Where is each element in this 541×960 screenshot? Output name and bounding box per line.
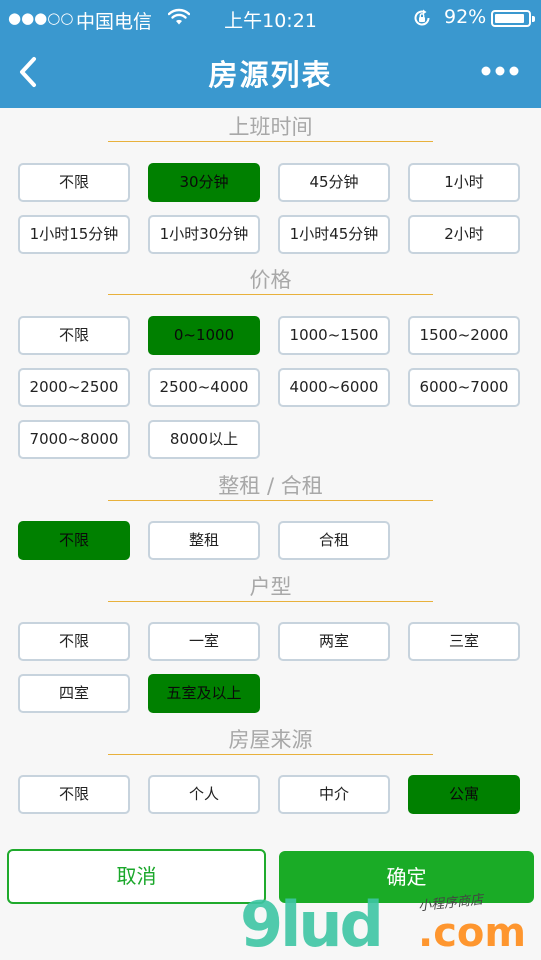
section-divider [108, 601, 433, 602]
option-price-4[interactable]: 2000~2500 [18, 368, 130, 407]
battery-icon [491, 10, 535, 27]
option-source-2[interactable]: 中介 [278, 775, 390, 814]
option-price-7[interactable]: 6000~7000 [408, 368, 520, 407]
battery-fill [495, 14, 525, 23]
option-layout-4[interactable]: 四室 [18, 674, 130, 713]
section-divider [108, 500, 433, 501]
option-price-5[interactable]: 2500~4000 [148, 368, 260, 407]
watermark-domain: .com [418, 910, 527, 956]
battery-nub [532, 16, 535, 22]
option-commute-2[interactable]: 45分钟 [278, 163, 390, 202]
option-commute-7[interactable]: 2小时 [408, 215, 520, 254]
battery-percentage: 92% [444, 6, 487, 28]
option-price-3[interactable]: 1500~2000 [408, 316, 520, 355]
page-title: 房源列表 [208, 58, 333, 92]
option-price-9[interactable]: 8000以上 [148, 420, 260, 459]
option-layout-2[interactable]: 两室 [278, 622, 390, 661]
status-bar: ●●●○○ 中国电信 上午10:21 92% [0, 0, 541, 36]
option-commute-4[interactable]: 1小时15分钟 [18, 215, 130, 254]
option-source-1[interactable]: 个人 [148, 775, 260, 814]
option-layout-0[interactable]: 不限 [18, 622, 130, 661]
nav-bar: 房源列表 [0, 36, 541, 108]
section-divider [108, 294, 433, 295]
option-commute-0[interactable]: 不限 [18, 163, 130, 202]
option-price-0[interactable]: 不限 [18, 316, 130, 355]
option-rent-type-2[interactable]: 合租 [278, 521, 390, 560]
confirm-button[interactable]: 确定 [279, 851, 534, 903]
option-layout-1[interactable]: 一室 [148, 622, 260, 661]
section-divider [108, 141, 433, 142]
option-layout-5[interactable]: 五室及以上 [148, 674, 260, 713]
option-commute-5[interactable]: 1小时30分钟 [148, 215, 260, 254]
option-layout-3[interactable]: 三室 [408, 622, 520, 661]
section-title-layout: 户型 [249, 575, 292, 599]
option-price-1[interactable]: 0~1000 [148, 316, 260, 355]
option-source-3[interactable]: 公寓 [408, 775, 520, 814]
option-commute-1[interactable]: 30分钟 [148, 163, 260, 202]
section-divider [108, 754, 433, 755]
orientation-lock-icon [414, 9, 430, 26]
option-source-0[interactable]: 不限 [18, 775, 130, 814]
cancel-button[interactable]: 取消 [7, 849, 266, 904]
more-dots-icon[interactable] [481, 64, 519, 78]
section-title-source: 房屋来源 [228, 728, 313, 752]
option-price-6[interactable]: 4000~6000 [278, 368, 390, 407]
section-title-price: 价格 [249, 268, 292, 292]
option-rent-type-0[interactable]: 不限 [18, 521, 130, 560]
section-title-commute: 上班时间 [228, 115, 313, 139]
option-commute-3[interactable]: 1小时 [408, 163, 520, 202]
section-title-rent-type: 整租 / 合租 [218, 474, 323, 498]
option-commute-6[interactable]: 1小时45分钟 [278, 215, 390, 254]
option-price-2[interactable]: 1000~1500 [278, 316, 390, 355]
option-rent-type-1[interactable]: 整租 [148, 521, 260, 560]
option-price-8[interactable]: 7000~8000 [18, 420, 130, 459]
